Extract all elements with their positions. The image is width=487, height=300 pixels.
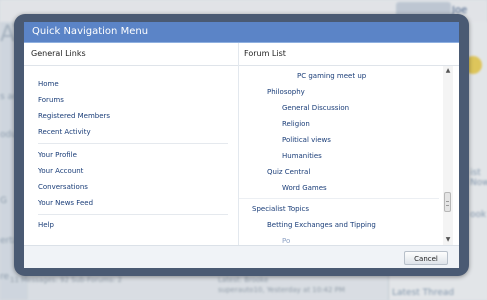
scrollbar-thumb[interactable] bbox=[444, 192, 451, 212]
scroll-down-arrow-icon[interactable]: ▼ bbox=[443, 235, 453, 245]
forum-item[interactable]: Political views bbox=[282, 136, 331, 144]
forum-item[interactable]: Humanities bbox=[282, 152, 322, 160]
forum-item[interactable]: Specialist Topics bbox=[252, 205, 309, 213]
modal-footer: Cancel bbox=[24, 245, 459, 268]
forum-list-panel: Forum List PC gaming meet up Philosophy … bbox=[239, 43, 459, 245]
link-help[interactable]: Help bbox=[38, 221, 54, 229]
forum-item[interactable]: Quiz Central bbox=[267, 168, 310, 176]
link-recent-activity[interactable]: Recent Activity bbox=[38, 128, 91, 136]
forum-item[interactable]: Betting Exchanges and Tipping bbox=[267, 221, 376, 229]
forum-list-scrollbar[interactable]: ▲ ▼ bbox=[443, 66, 453, 245]
divider bbox=[239, 198, 439, 199]
forum-list-scroll-area[interactable]: PC gaming meet up Philosophy General Dis… bbox=[239, 66, 459, 245]
forum-item[interactable]: Philosophy bbox=[267, 88, 305, 96]
link-conversations[interactable]: Conversations bbox=[38, 183, 88, 191]
link-your-profile[interactable]: Your Profile bbox=[38, 151, 77, 159]
scroll-up-arrow-icon[interactable]: ▲ bbox=[443, 66, 453, 76]
quick-navigation-menu: Quick Navigation Menu General Links Home… bbox=[24, 22, 459, 268]
link-home[interactable]: Home bbox=[38, 80, 59, 88]
link-forums[interactable]: Forums bbox=[38, 96, 64, 104]
forum-item[interactable]: Word Games bbox=[282, 184, 327, 192]
forum-item-partial[interactable]: Po bbox=[282, 237, 290, 245]
forum-list-heading: Forum List bbox=[239, 43, 459, 66]
link-your-account[interactable]: Your Account bbox=[38, 167, 83, 175]
link-registered-members[interactable]: Registered Members bbox=[38, 112, 110, 120]
modal-title: Quick Navigation Menu bbox=[24, 22, 459, 43]
forum-item[interactable]: General Discussion bbox=[282, 104, 349, 112]
general-links-panel: General Links Home Forums Registered Mem… bbox=[24, 43, 239, 245]
link-your-news-feed[interactable]: Your News Feed bbox=[38, 199, 93, 207]
divider bbox=[38, 143, 228, 144]
forum-item[interactable]: Religion bbox=[282, 120, 310, 128]
divider bbox=[38, 214, 228, 215]
cancel-button[interactable]: Cancel bbox=[404, 251, 448, 265]
forum-item[interactable]: PC gaming meet up bbox=[297, 72, 366, 80]
general-links-heading: General Links bbox=[24, 43, 238, 66]
